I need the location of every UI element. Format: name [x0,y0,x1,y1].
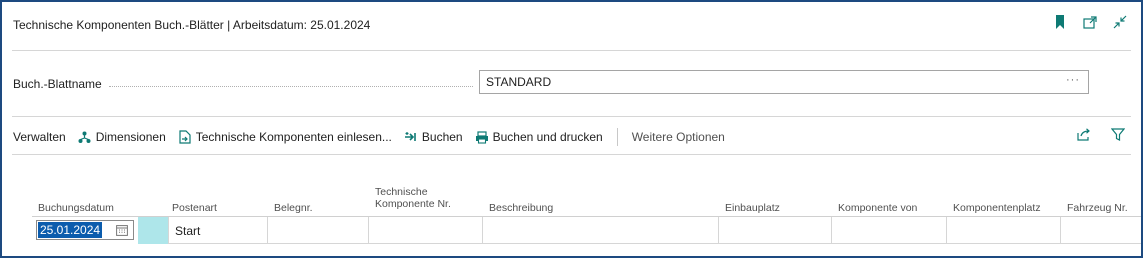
calendar-icon[interactable] [116,224,128,236]
field-divider [12,116,1131,117]
collapse-icon[interactable] [1113,15,1127,29]
filter-icon[interactable] [1110,128,1126,144]
manage-menu[interactable]: Verwalten [13,130,66,144]
batch-name-value: STANDARD [486,75,552,89]
component-position-cell[interactable] [947,217,1061,244]
import-document-icon [178,130,192,144]
share-icon[interactable] [1077,128,1091,144]
document-no-cell[interactable] [268,217,369,244]
open-new-window-icon[interactable] [1083,15,1097,29]
table-row: 25.01.2024 Start [32,217,1141,244]
import-components-label: Technische Komponenten einlesen... [195,130,392,144]
post-and-print-label: Buchen und drucken [492,130,603,144]
page-header: Technische Komponenten Buch.-Blätter | A… [2,2,1141,50]
batch-name-label: Buch.-Blattname [13,77,102,91]
header-divider [12,50,1131,51]
posting-date-input[interactable]: 25.01.2024 [36,220,134,240]
journal-page: Technische Komponenten Buch.-Blätter | A… [0,0,1143,258]
row-highlight-cell [138,217,168,244]
action-bar: Verwalten Dimensionen Technische Kompone… [13,126,737,148]
dimensions-icon [78,130,92,144]
column-header-posting-date[interactable]: Buchungsdatum [38,202,114,214]
more-options-button[interactable]: Weitere Optionen [632,130,725,144]
actionbar-divider [12,154,1131,155]
dimensions-label: Dimensionen [95,130,166,144]
action-bar-right [1077,128,1126,144]
posting-date-value: 25.01.2024 [38,222,103,238]
column-header-description[interactable]: Beschreibung [489,202,553,214]
batch-name-field[interactable]: STANDARD ··· [479,70,1089,94]
column-header-tech-component-line1: Technische [375,186,428,198]
manage-label: Verwalten [13,130,66,144]
entry-type-cell[interactable]: Start [168,217,268,244]
more-options-icon[interactable]: ··· [1066,74,1080,86]
installation-position-cell[interactable] [719,217,832,244]
bookmark-icon[interactable] [1053,15,1067,29]
post-button[interactable]: Buchen [404,130,463,144]
entry-type-value: Start [175,224,201,238]
action-divider [616,128,618,146]
column-header-component-position[interactable]: Komponentenplatz [953,202,1041,214]
column-header-entry-type[interactable]: Postenart [172,202,217,214]
description-cell[interactable] [483,217,719,244]
column-header-vehicle-no[interactable]: Fahrzeug Nr. [1067,202,1128,214]
vehicle-no-cell[interactable] [1061,217,1141,244]
column-header-installation-position[interactable]: Einbauplatz [725,202,780,214]
tech-component-no-cell[interactable] [369,217,483,244]
dimensions-button[interactable]: Dimensionen [78,130,166,144]
column-header-tech-component-line2: Komponente Nr. [375,198,451,210]
header-actions [1053,15,1127,29]
field-leader-dots [109,86,473,87]
print-icon [475,130,489,144]
column-header-tech-component-no[interactable]: Technische Komponente Nr. [375,186,451,210]
component-of-cell[interactable] [832,217,947,244]
import-components-button[interactable]: Technische Komponenten einlesen... [178,130,392,144]
post-and-print-button[interactable]: Buchen und drucken [475,130,603,144]
column-header-document-no[interactable]: Belegnr. [274,202,313,214]
column-header-component-of[interactable]: Komponente von [838,202,917,214]
page-title: Technische Komponenten Buch.-Blätter | A… [13,18,371,32]
post-icon [404,130,418,144]
post-label: Buchen [421,130,463,144]
